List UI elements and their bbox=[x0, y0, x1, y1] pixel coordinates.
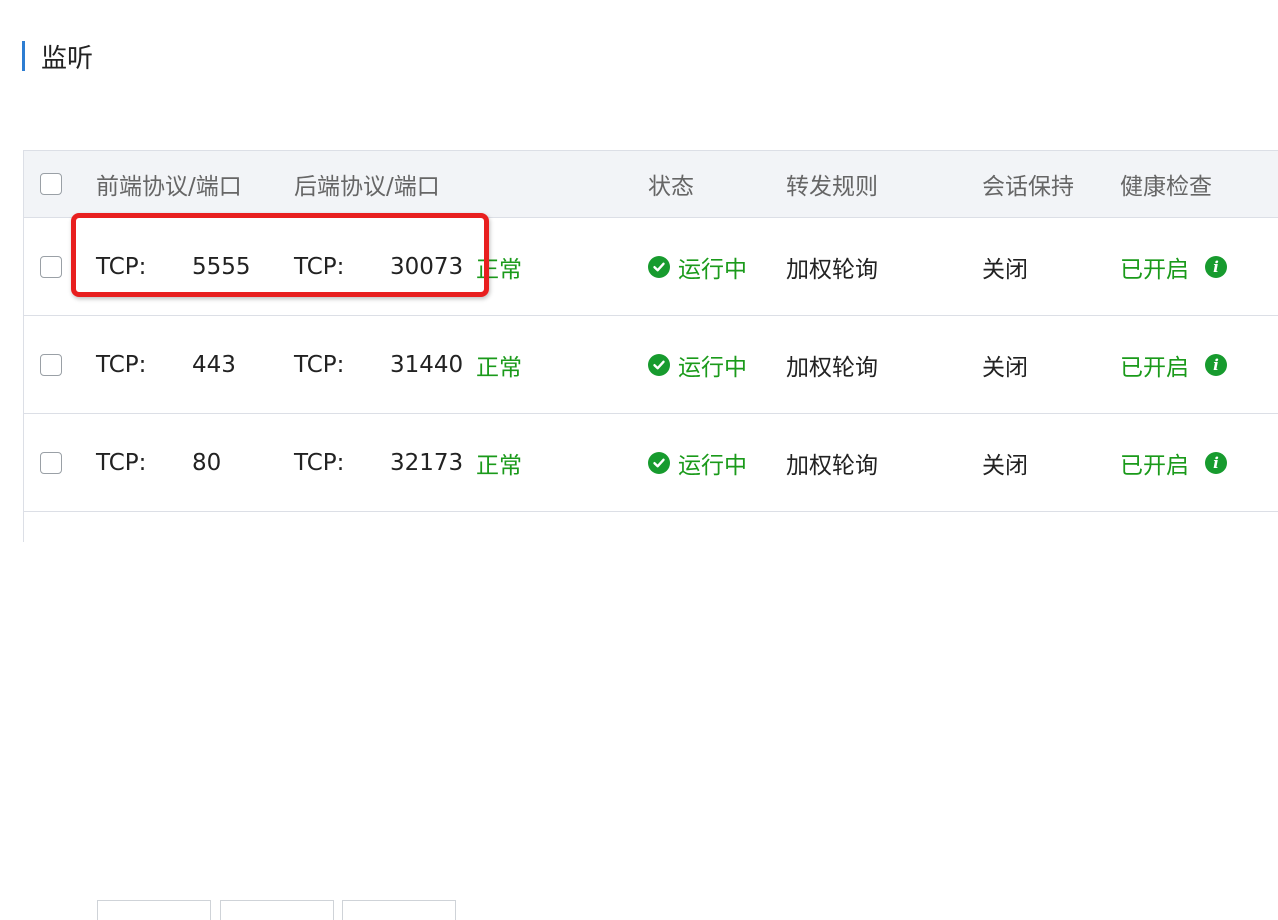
health-label: 已开启 bbox=[1120, 354, 1189, 381]
footer-button[interactable] bbox=[342, 900, 456, 920]
backend-state: 正常 bbox=[476, 354, 522, 381]
forward-rule: 加权轮询 bbox=[786, 354, 878, 381]
select-all-checkbox[interactable] bbox=[40, 173, 62, 195]
highlight-annotation-box bbox=[71, 213, 489, 297]
table-footer bbox=[24, 512, 1278, 920]
forward-rule: 加权轮询 bbox=[786, 452, 878, 479]
status-cell: 运行中 bbox=[648, 218, 747, 315]
backend-port: 31440 bbox=[390, 351, 464, 378]
status-cell: 运行中 bbox=[648, 414, 747, 511]
row-checkbox[interactable] bbox=[40, 353, 62, 376]
session-persistence: 关闭 bbox=[982, 256, 1028, 283]
status-label: 运行中 bbox=[678, 452, 747, 479]
forward-rule: 加权轮询 bbox=[786, 256, 878, 283]
select-all-cell bbox=[40, 151, 62, 217]
health-cell: 已开启 i bbox=[1120, 316, 1227, 413]
frontend-protocol: TCP: bbox=[96, 449, 147, 476]
backend-protocol: TCP: bbox=[294, 351, 345, 378]
health-cell: 已开启 i bbox=[1120, 414, 1227, 511]
backend-protocol: TCP: bbox=[294, 449, 345, 476]
check-circle-icon bbox=[648, 451, 670, 474]
listener-table: 前端协议/端口 后端协议/端口 状态 转发规则 会话保持 健康检查 TCP: 5… bbox=[23, 150, 1278, 920]
footer-button[interactable] bbox=[97, 900, 211, 920]
health-label: 已开启 bbox=[1120, 256, 1189, 283]
health-label: 已开启 bbox=[1120, 452, 1189, 479]
table-row: TCP: 443 TCP: 31440 正常 运行中 加权轮询 关闭 已开启 i bbox=[24, 316, 1278, 414]
status-cell: 运行中 bbox=[648, 316, 747, 413]
footer-button[interactable] bbox=[220, 900, 334, 920]
table-header: 前端协议/端口 后端协议/端口 状态 转发规则 会话保持 健康检查 bbox=[24, 151, 1278, 218]
check-circle-icon bbox=[648, 255, 670, 278]
row-checkbox[interactable] bbox=[40, 451, 62, 474]
info-icon[interactable]: i bbox=[1205, 451, 1227, 474]
header-frontend: 前端协议/端口 bbox=[96, 174, 242, 200]
table-row: TCP: 80 TCP: 32173 正常 运行中 加权轮询 关闭 已开启 i bbox=[24, 414, 1278, 512]
frontend-protocol: TCP: bbox=[96, 351, 147, 378]
header-forward-rule: 转发规则 bbox=[786, 174, 878, 200]
info-icon[interactable]: i bbox=[1205, 255, 1227, 278]
header-backend: 后端协议/端口 bbox=[294, 174, 440, 200]
section-title: 监听 bbox=[22, 40, 94, 74]
status-label: 运行中 bbox=[678, 256, 747, 283]
session-persistence: 关闭 bbox=[982, 354, 1028, 381]
header-status: 状态 bbox=[648, 174, 694, 200]
frontend-port: 80 bbox=[192, 449, 222, 476]
info-icon[interactable]: i bbox=[1205, 353, 1227, 376]
backend-state: 正常 bbox=[476, 452, 522, 479]
header-session: 会话保持 bbox=[982, 174, 1074, 200]
frontend-port: 443 bbox=[192, 351, 236, 378]
status-label: 运行中 bbox=[678, 354, 747, 381]
section-title-bar bbox=[22, 41, 25, 71]
health-cell: 已开启 i bbox=[1120, 218, 1227, 315]
session-persistence: 关闭 bbox=[982, 452, 1028, 479]
backend-port: 32173 bbox=[390, 449, 464, 476]
section-title-text: 监听 bbox=[41, 43, 94, 74]
row-checkbox[interactable] bbox=[40, 255, 62, 278]
header-health: 健康检查 bbox=[1120, 174, 1212, 200]
check-circle-icon bbox=[648, 353, 670, 376]
